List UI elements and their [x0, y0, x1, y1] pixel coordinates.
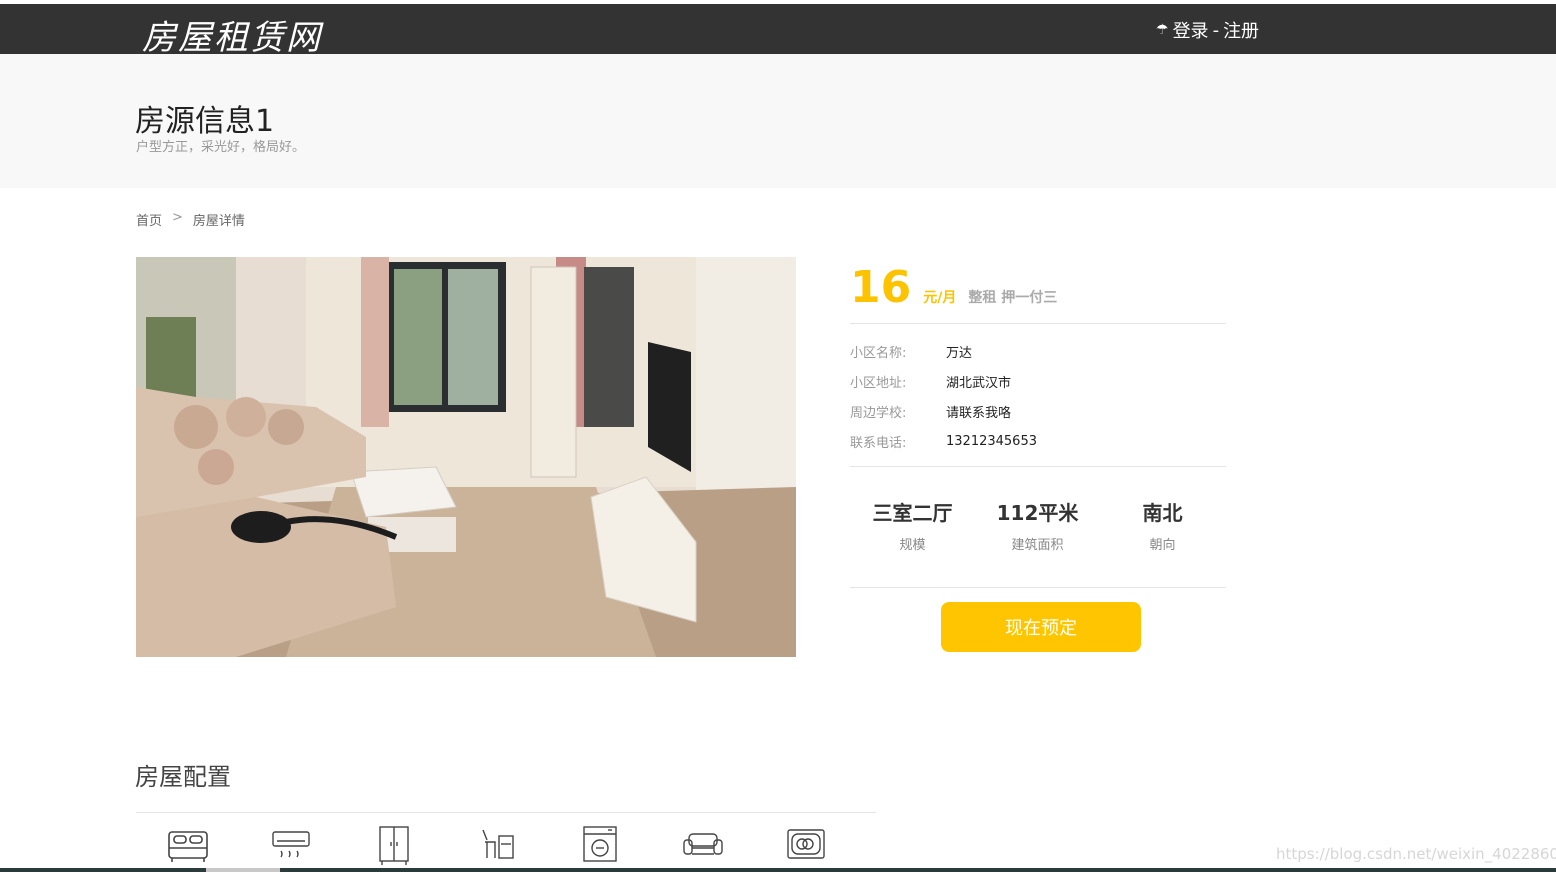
- detail-row: 小区名称: 万达: [850, 336, 1226, 366]
- page-header: 房源信息1 户型方正，采光好，格局好。: [0, 54, 1556, 188]
- washing-machine-icon: [548, 820, 651, 872]
- detail-value: 万达: [946, 345, 973, 361]
- detail-value: 湖北武汉市: [946, 375, 1012, 391]
- detail-value: 请联系我咯: [946, 405, 1012, 421]
- horizontal-scrollbar[interactable]: [0, 868, 1556, 872]
- umbrella-icon: ☂: [1156, 22, 1169, 38]
- book-now-button[interactable]: 现在预定: [941, 602, 1141, 652]
- navbar: 房屋租赁网 ☂ 登录 - 注册: [0, 4, 1556, 58]
- detail-key: 周边学校:: [850, 405, 907, 421]
- detail-row: 周边学校: 请联系我咯: [850, 396, 1226, 426]
- desk-chair-icon: [445, 820, 548, 872]
- config-title: 房屋配置: [135, 763, 231, 791]
- stat-layout: 三室二厅 规模: [850, 497, 975, 587]
- detail-key: 小区地址:: [850, 375, 907, 391]
- sofa-icon: [651, 820, 754, 872]
- stat-label: 朝向: [1149, 538, 1176, 553]
- detail-row: 小区地址: 湖北武汉市: [850, 366, 1226, 396]
- price-row: 16 元/月 整租 押一付三: [850, 262, 1226, 324]
- divider: [136, 812, 876, 813]
- watermark: https://blog.csdn.net/weixin_40228600: [1276, 845, 1556, 863]
- login-separator: -: [1212, 19, 1220, 41]
- price-unit: 元/月: [923, 290, 957, 306]
- detail-row: 联系电话: 13212345653: [850, 426, 1226, 456]
- breadcrumb-separator: >: [172, 210, 183, 225]
- breadcrumb: 首页 > 房屋详情: [136, 210, 245, 229]
- price-value: 16: [850, 262, 912, 313]
- login-link[interactable]: 登录: [1173, 17, 1209, 43]
- bed-icon: [136, 820, 239, 872]
- stat-value: 112平米: [996, 501, 1079, 525]
- detail-key: 小区名称:: [850, 345, 907, 361]
- breadcrumb-home[interactable]: 首页: [136, 210, 162, 229]
- scrollbar-thumb[interactable]: [206, 868, 280, 872]
- page-title: 房源信息1: [135, 104, 275, 139]
- stat-label: 建筑面积: [1011, 538, 1064, 553]
- detail-value: 13212345653: [946, 433, 1037, 449]
- microwave-icon: [754, 820, 857, 872]
- stat-orientation: 南北 朝向: [1100, 497, 1225, 587]
- login-register-links: ☂ 登录 - 注册: [1156, 17, 1259, 43]
- wardrobe-icon: [342, 820, 445, 872]
- detail-key: 联系电话:: [850, 435, 907, 451]
- stat-label: 规模: [899, 538, 926, 553]
- room-photo-illustration: [136, 257, 796, 657]
- stat-value: 三室二厅: [872, 501, 953, 525]
- site-logo[interactable]: 房屋租赁网: [142, 10, 322, 59]
- stat-area: 112平米 建筑面积: [975, 497, 1100, 587]
- breadcrumb-current: 房屋详情: [192, 214, 245, 229]
- register-link[interactable]: 注册: [1223, 17, 1259, 43]
- stat-value: 南北: [1142, 501, 1183, 525]
- page-subtitle: 户型方正，采光好，格局好。: [136, 140, 306, 155]
- config-icons: [136, 820, 876, 872]
- house-photo: [136, 257, 796, 657]
- rent-mode: 整租 押一付三: [968, 290, 1058, 306]
- air-conditioner-icon: [239, 820, 342, 872]
- house-stats: 三室二厅 规模 112平米 建筑面积 南北 朝向: [850, 467, 1226, 588]
- listing-info: 16 元/月 整租 押一付三 小区名称: 万达 小区地址: 湖北武汉市 周边学校…: [850, 262, 1226, 588]
- detail-list: 小区名称: 万达 小区地址: 湖北武汉市 周边学校: 请联系我咯 联系电话: 1…: [850, 324, 1226, 467]
